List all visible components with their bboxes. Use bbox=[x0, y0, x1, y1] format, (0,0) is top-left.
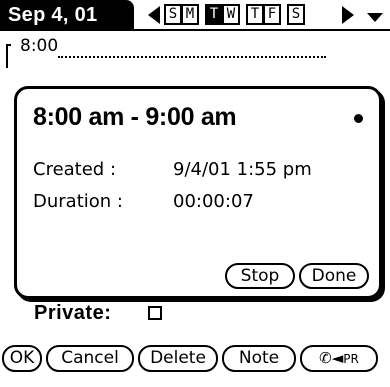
note-button[interactable]: Note bbox=[222, 345, 296, 372]
created-label: Created : bbox=[33, 159, 117, 180]
ok-button[interactable]: OK bbox=[2, 345, 42, 372]
private-checkbox[interactable] bbox=[148, 306, 162, 320]
right-arrow-icon[interactable] bbox=[342, 6, 354, 24]
day-button-monday[interactable]: M bbox=[181, 4, 199, 25]
day-button-friday[interactable]: F bbox=[263, 4, 281, 25]
day-button-thursday[interactable]: T bbox=[246, 4, 264, 25]
done-button[interactable]: Done bbox=[299, 263, 369, 289]
voice-note-button[interactable]: ✆◄PR bbox=[300, 345, 378, 372]
created-value: 9/4/01 1:55 pm bbox=[173, 159, 312, 180]
title-rule bbox=[0, 29, 390, 31]
duration-value: 00:00:07 bbox=[173, 191, 254, 212]
day-button-saturday[interactable]: S bbox=[287, 4, 305, 25]
bullet-icon bbox=[354, 114, 363, 123]
time-range: 8:00 am - 9:00 am bbox=[33, 103, 237, 131]
day-button-tuesday[interactable]: T bbox=[205, 4, 223, 25]
microphone-icon: ✆◄ bbox=[319, 349, 344, 367]
day-button-wednesday[interactable]: W bbox=[222, 4, 240, 25]
duration-label: Duration : bbox=[33, 191, 123, 212]
day-button-sunday[interactable]: S bbox=[164, 4, 182, 25]
stop-button[interactable]: Stop bbox=[225, 263, 295, 289]
cancel-button[interactable]: Cancel bbox=[46, 345, 134, 372]
private-label: Private: bbox=[34, 302, 112, 324]
dropdown-triangle-icon[interactable] bbox=[367, 13, 383, 22]
timer-dialog: 8:00 am - 9:00 am Created : 9/4/01 1:55 … bbox=[14, 86, 382, 299]
list-time-label[interactable]: 8:00 bbox=[20, 36, 58, 56]
pr-label: PR bbox=[343, 352, 359, 366]
left-arrow-icon[interactable] bbox=[148, 6, 160, 24]
list-dotted-line bbox=[58, 56, 326, 58]
delete-button[interactable]: Delete bbox=[138, 345, 218, 372]
date-tab[interactable]: Sep 4, 01 bbox=[0, 0, 134, 31]
time-bracket bbox=[6, 44, 11, 68]
